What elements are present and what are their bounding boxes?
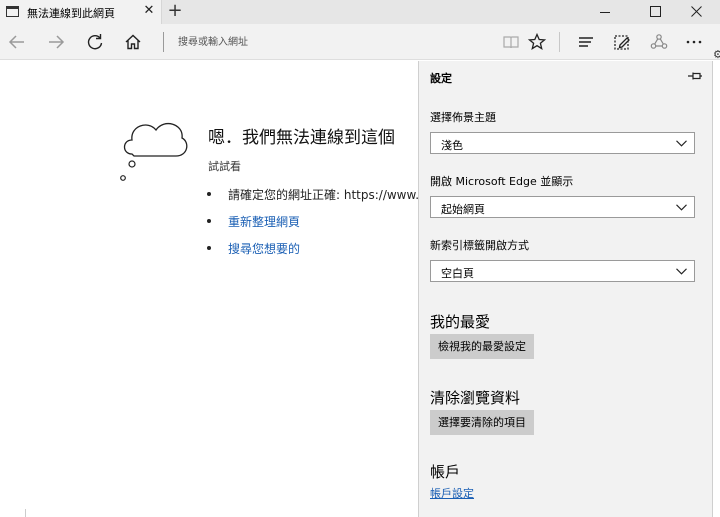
refresh-page-link[interactable]: 重新整理網頁	[206, 213, 409, 240]
toolbar-divider	[559, 32, 560, 52]
suggestion-check-url: 請確定您的網址正確: https://www.	[206, 186, 418, 213]
star-icon	[527, 32, 547, 50]
new-tab-button[interactable]: +	[166, 1, 184, 21]
theme-label: 選擇佈景主題	[430, 111, 496, 124]
hub-button[interactable]	[572, 28, 600, 56]
home-button[interactable]	[119, 28, 147, 56]
book-icon	[503, 36, 519, 49]
back-arrow-icon	[8, 35, 24, 49]
cloud-icon	[120, 122, 188, 181]
refresh-button[interactable]	[81, 28, 109, 56]
web-note-button[interactable]	[608, 28, 636, 56]
pen-note-icon	[614, 35, 630, 50]
maximize-button[interactable]	[632, 0, 678, 24]
error-page: 嗯．我們無法連線到這個 試試看 請確定您的網址正確: https://www. …	[0, 61, 418, 517]
tab-close-button[interactable]: ✕	[142, 3, 156, 19]
share-button[interactable]	[645, 28, 673, 56]
open-with-value: 起始網頁	[441, 203, 485, 216]
address-toolbar: ⚙	[0, 24, 720, 60]
error-subtitle: 試試看	[208, 160, 241, 173]
pin-icon[interactable]	[687, 69, 703, 83]
home-icon	[125, 34, 141, 50]
favorites-heading: 我的最愛	[430, 313, 491, 331]
address-bar-input[interactable]	[170, 30, 490, 54]
page-icon	[6, 6, 19, 17]
account-heading: 帳戶	[430, 463, 461, 481]
address-divider	[163, 32, 164, 52]
clear-data-heading: 清除瀏覽資料	[430, 389, 521, 407]
share-icon	[650, 34, 668, 49]
settings-title: 設定	[430, 72, 452, 85]
tab-active[interactable]: 無法連線到此網頁 ✕	[0, 0, 162, 24]
new-tab-select[interactable]: 空白頁	[430, 260, 695, 282]
settings-panel: 設定 選擇佈景主題 淺色 開啟 Microsoft Edge 並顯示 起始網頁 …	[418, 61, 713, 517]
chevron-down-icon	[676, 140, 687, 147]
theme-value: 淺色	[441, 139, 463, 152]
account-settings-link[interactable]: 帳戶設定	[430, 485, 474, 501]
refresh-icon	[87, 34, 103, 50]
chevron-down-icon	[676, 204, 687, 211]
hub-lines-icon	[579, 37, 593, 47]
window-edge	[713, 61, 720, 517]
forward-button[interactable]	[42, 28, 70, 56]
page-edge-mark	[25, 509, 26, 517]
favorite-button[interactable]	[523, 28, 551, 56]
new-tab-label: 新索引標籤開啟方式	[430, 239, 529, 252]
more-dots-icon	[686, 40, 702, 44]
gear-icon: ⚙	[713, 50, 720, 60]
view-favorites-settings-button[interactable]: 檢視我的最愛設定	[430, 334, 534, 359]
theme-select[interactable]: 淺色	[430, 132, 695, 154]
tab-bar: 無法連線到此網頁 ✕ +	[0, 0, 720, 24]
forward-arrow-icon	[49, 35, 65, 49]
open-with-select[interactable]: 起始網頁	[430, 196, 695, 218]
choose-what-to-clear-button[interactable]: 選擇要清除的項目	[430, 410, 534, 435]
error-title: 嗯．我們無法連線到這個	[208, 128, 395, 148]
more-button[interactable]	[680, 28, 708, 56]
back-button[interactable]	[3, 28, 31, 56]
new-tab-value: 空白頁	[441, 267, 474, 280]
chevron-down-icon	[676, 268, 687, 275]
reading-view-button[interactable]	[497, 28, 525, 56]
open-with-label: 開啟 Microsoft Edge 並顯示	[430, 175, 574, 188]
search-link[interactable]: 搜尋您想要的	[206, 240, 409, 267]
window-close-button[interactable]	[673, 0, 719, 24]
suggestion-list: 請確定您的網址正確: https://www. 重新整理網頁 搜尋您想要的	[206, 186, 418, 267]
close-icon	[691, 6, 702, 17]
minimize-button[interactable]	[583, 0, 629, 24]
tab-title: 無法連線到此網頁	[27, 7, 115, 20]
